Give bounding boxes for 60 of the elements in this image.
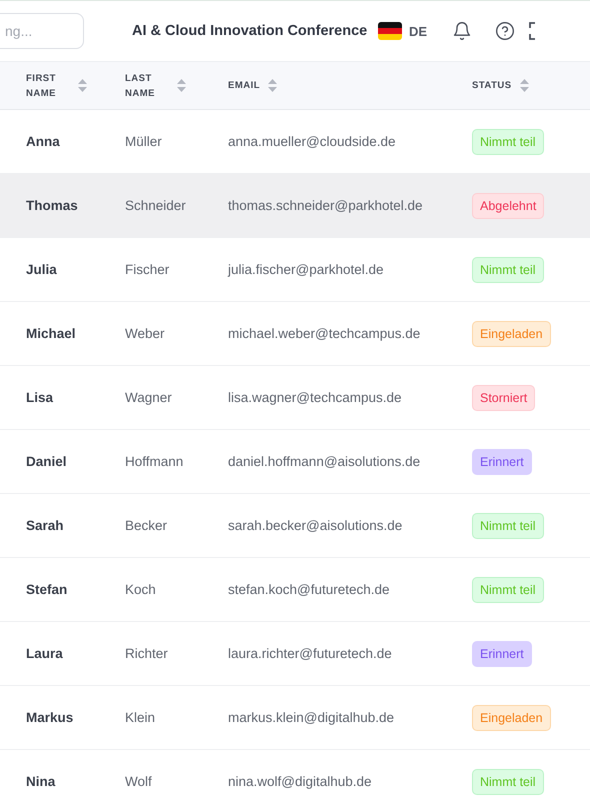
status-badge: Erinnert <box>472 640 532 666</box>
help-icon[interactable] <box>495 21 516 41</box>
email-cell-text: laura.richter@futuretech.de <box>228 646 393 661</box>
first-name-cell-text: Michael <box>26 326 77 341</box>
first-name-cell-text: Markus <box>26 710 74 725</box>
first-name-cell-text: Nina <box>26 774 56 789</box>
bell-icon[interactable] <box>452 21 472 41</box>
sort-icon <box>177 79 186 92</box>
email-cell-text: anna.mueller@cloudside.de <box>228 134 397 149</box>
status-badge: Nimmt teil <box>472 512 544 538</box>
email-cell-text: stefan.koch@futuretech.de <box>228 582 391 597</box>
table-row[interactable]: Thomas Schneider thomas.schneider@parkhotel.de Abgelehnt <box>0 174 590 238</box>
email-cell-text: sarah.becker@aisolutions.de <box>228 518 404 533</box>
status-badge: Nimmt teil <box>472 256 544 282</box>
last-name-cell-text: Klein <box>125 710 156 725</box>
email-cell-text: michael.weber@techcampus.de <box>228 326 422 341</box>
last-name-cell-text: Becker <box>125 518 168 533</box>
first-name-cell-text: Stefan <box>26 582 68 597</box>
email-cell-text: julia.fischer@parkhotel.de <box>228 262 385 277</box>
email-cell-text: thomas.schneider@parkhotel.de <box>228 198 424 213</box>
last-name-cell-text: Müller <box>125 134 163 149</box>
sort-icon <box>268 79 278 92</box>
first-name-cell-text: Daniel <box>26 454 68 469</box>
last-name-cell-text: Schneider <box>125 198 187 213</box>
language-label[interactable]: DE <box>409 24 428 38</box>
first-name-cell-text: Anna <box>26 134 61 149</box>
first-name-cell-text: Thomas <box>26 198 79 213</box>
last-name-cell-text: Koch <box>125 582 157 597</box>
first-name-cell-text: Lisa <box>26 390 54 405</box>
status-badge: Eingeladen <box>472 704 551 730</box>
column-header[interactable]: EMAIL <box>228 78 472 93</box>
search-field[interactable]: ng... <box>0 13 84 49</box>
fullscreen-icon[interactable] <box>529 21 536 41</box>
last-name-cell-text: Wagner <box>125 390 173 405</box>
status-badge: Storniert <box>472 384 536 410</box>
last-name-cell-text: Fischer <box>125 262 170 277</box>
first-name-cell-text: Julia <box>26 262 58 277</box>
first-name-cell-text: Laura <box>26 646 64 661</box>
first-name-cell-text: Sarah <box>26 518 65 533</box>
sort-icon <box>78 79 87 92</box>
sort-icon <box>520 79 529 92</box>
last-name-cell-text: Richter <box>125 646 169 661</box>
email-cell-text: nina.wolf@digitalhub.de <box>228 774 373 789</box>
column-header[interactable]: STATUS <box>472 78 590 93</box>
last-name-cell-text: Hoffmann <box>125 454 184 469</box>
email-cell-text: lisa.wagner@techcampus.de <box>228 390 403 405</box>
flag-icon <box>378 22 402 40</box>
column-header[interactable]: FIRST NAME <box>26 70 125 100</box>
page-title: AI & Cloud Innovation Conference <box>132 23 368 39</box>
status-badge: Nimmt teil <box>472 768 544 794</box>
status-badge: Nimmt teil <box>472 128 544 154</box>
status-badge: Nimmt teil <box>472 576 544 602</box>
column-header[interactable]: LAST NAME <box>125 70 228 100</box>
last-name-cell-text: Weber <box>125 326 166 341</box>
last-name-cell-text: Wolf <box>125 774 153 789</box>
status-badge: Abgelehnt <box>472 192 544 218</box>
status-badge: Erinnert <box>472 448 532 474</box>
email-cell-text: markus.klein@digitalhub.de <box>228 710 396 725</box>
status-badge: Eingeladen <box>472 320 551 346</box>
email-cell-text: daniel.hoffmann@aisolutions.de <box>228 454 422 469</box>
